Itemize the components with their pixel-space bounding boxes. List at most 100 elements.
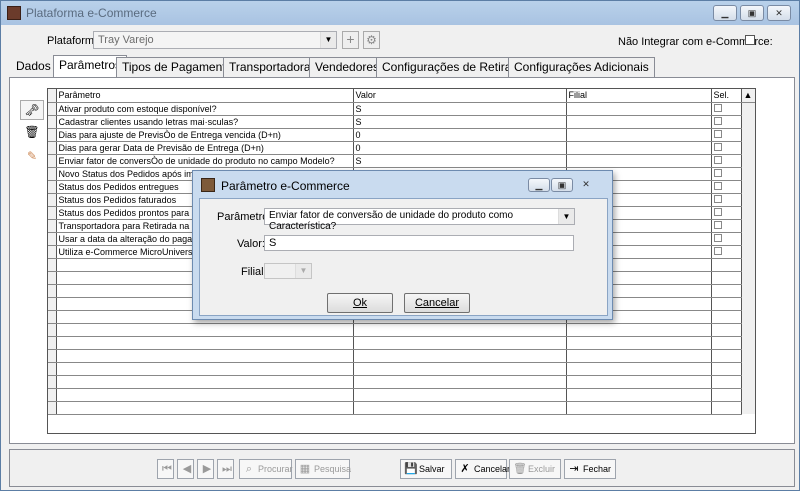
scroll-track[interactable]: [741, 245, 755, 258]
last-record-button[interactable]: ⏭: [217, 459, 234, 479]
table-row[interactable]: [48, 401, 755, 415]
procurar-button[interactable]: ⌕ Procurar: [239, 459, 293, 479]
parametro-select[interactable]: Enviar fator de conversão de unidade do …: [264, 208, 575, 232]
horizontal-scrollbar[interactable]: [52, 426, 746, 436]
first-record-button[interactable]: ⏮: [157, 459, 174, 479]
scroll-track[interactable]: [741, 362, 755, 375]
scroll-track[interactable]: [741, 206, 755, 219]
sel-checkbox[interactable]: [713, 207, 722, 216]
scroll-up-button[interactable]: ▲: [741, 89, 755, 103]
column-header-parametro[interactable]: Parâmetro: [56, 89, 354, 103]
tab-dados[interactable]: Dados: [11, 57, 56, 77]
add-plataforma-button[interactable]: +: [342, 31, 359, 49]
table-row[interactable]: Dias para ajuste de PrevisÒo de Entrega …: [48, 128, 755, 142]
sel-checkbox[interactable]: [713, 155, 722, 164]
next-record-button[interactable]: ▶: [197, 459, 214, 479]
close-button[interactable]: ✕: [767, 5, 791, 21]
dialog-close-button[interactable]: ✕: [574, 178, 598, 192]
scroll-track[interactable]: [741, 102, 755, 115]
scroll-track[interactable]: [741, 388, 755, 401]
nao-integrar-checkbox[interactable]: [745, 35, 755, 45]
ok-button[interactable]: Ok: [327, 293, 393, 313]
scroll-track[interactable]: [741, 154, 755, 167]
cell-sel[interactable]: [711, 193, 742, 207]
scroll-track[interactable]: [741, 401, 755, 414]
table-row[interactable]: [48, 362, 755, 376]
minimize-button[interactable]: ▁: [713, 5, 737, 21]
cell-sel[interactable]: [711, 167, 742, 181]
scroll-track[interactable]: [741, 180, 755, 193]
sel-checkbox[interactable]: [713, 142, 722, 151]
cell-sel[interactable]: [711, 245, 742, 259]
sel-checkbox[interactable]: [713, 168, 722, 177]
cell-sel[interactable]: [711, 206, 742, 220]
scroll-track[interactable]: [741, 258, 755, 271]
scroll-track[interactable]: [741, 310, 755, 323]
cell-sel[interactable]: [711, 154, 742, 168]
pesquisa-button[interactable]: ▦ Pesquisa: [295, 459, 351, 479]
sel-checkbox[interactable]: [713, 233, 722, 242]
cell-empty: [566, 375, 712, 389]
column-header-valor[interactable]: Valor: [353, 89, 567, 103]
cell-sel[interactable]: [711, 219, 742, 233]
sel-checkbox[interactable]: [713, 116, 722, 125]
cell-sel[interactable]: [711, 180, 742, 194]
edit-parametro-button[interactable]: ✎: [20, 147, 44, 167]
table-row[interactable]: [48, 388, 755, 402]
delete-parametro-button[interactable]: 🗑: [20, 123, 44, 143]
scroll-track[interactable]: [741, 271, 755, 284]
cell-sel[interactable]: [711, 115, 742, 129]
maximize-button[interactable]: ▣: [740, 5, 764, 21]
column-header-sel[interactable]: Sel.: [711, 89, 742, 103]
dialog-minimize-button[interactable]: ▁: [528, 178, 550, 192]
cell-sel[interactable]: [711, 128, 742, 142]
table-row[interactable]: [48, 349, 755, 363]
scroll-track[interactable]: [741, 284, 755, 297]
scroll-track[interactable]: [741, 167, 755, 180]
table-row[interactable]: Ativar produto com estoque disponível? S: [48, 102, 755, 116]
scroll-track[interactable]: [741, 232, 755, 245]
table-row[interactable]: [48, 336, 755, 350]
sel-checkbox[interactable]: [713, 103, 722, 112]
salvar-button[interactable]: 💾Salvar: [400, 459, 452, 479]
tab-vendedores[interactable]: Vendedores: [309, 57, 386, 77]
table-row[interactable]: [48, 323, 755, 337]
table-row[interactable]: Enviar fator de conversÒo de unidade do …: [48, 154, 755, 168]
column-header-filial[interactable]: Filial: [566, 89, 712, 103]
table-row[interactable]: Cadastrar clientes usando letras mai·scu…: [48, 115, 755, 129]
tab-transportadoras[interactable]: Transportadoras: [223, 57, 323, 77]
config-plataforma-button[interactable]: ⚙: [363, 31, 380, 49]
plataforma-select[interactable]: Tray Varejo ▼: [93, 31, 337, 49]
scroll-track[interactable]: [741, 193, 755, 206]
sel-checkbox[interactable]: [713, 181, 722, 190]
scroll-track[interactable]: [741, 375, 755, 388]
scroll-track[interactable]: [741, 115, 755, 128]
scroll-track[interactable]: [741, 128, 755, 141]
scroll-track[interactable]: [741, 323, 755, 336]
dialog-maximize-button[interactable]: ▣: [551, 178, 573, 192]
cell-sel[interactable]: [711, 141, 742, 155]
table-row[interactable]: Dias para gerar Data de Previsão de Entr…: [48, 141, 755, 155]
sel-checkbox[interactable]: [713, 194, 722, 203]
excluir-button[interactable]: 🗑Excluir: [509, 459, 561, 479]
fechar-button[interactable]: ⇥ Fechar: [564, 459, 616, 479]
valor-input[interactable]: S: [264, 235, 574, 251]
sel-checkbox[interactable]: [713, 246, 722, 255]
scroll-track[interactable]: [741, 336, 755, 349]
cancelar-button[interactable]: ✗ Cancelar: [455, 459, 510, 479]
add-parametro-button[interactable]: 🗝: [20, 100, 44, 120]
prev-record-button[interactable]: ◀: [177, 459, 194, 479]
tab-configuracoes-adicionais[interactable]: Configurações Adicionais: [508, 57, 655, 77]
dialog-cancelar-button[interactable]: Cancelar: [404, 293, 470, 313]
filial-select[interactable]: ▼: [264, 263, 312, 279]
sel-checkbox[interactable]: [713, 129, 722, 138]
scroll-track[interactable]: [741, 219, 755, 232]
cell-sel[interactable]: [711, 232, 742, 246]
tab-tipos-pagamento[interactable]: Tipos de Pagamento: [116, 57, 239, 77]
scroll-track[interactable]: [741, 141, 755, 154]
scroll-track[interactable]: [741, 349, 755, 362]
sel-checkbox[interactable]: [713, 220, 722, 229]
table-row[interactable]: [48, 375, 755, 389]
scroll-track[interactable]: [741, 297, 755, 310]
cell-sel[interactable]: [711, 102, 742, 116]
